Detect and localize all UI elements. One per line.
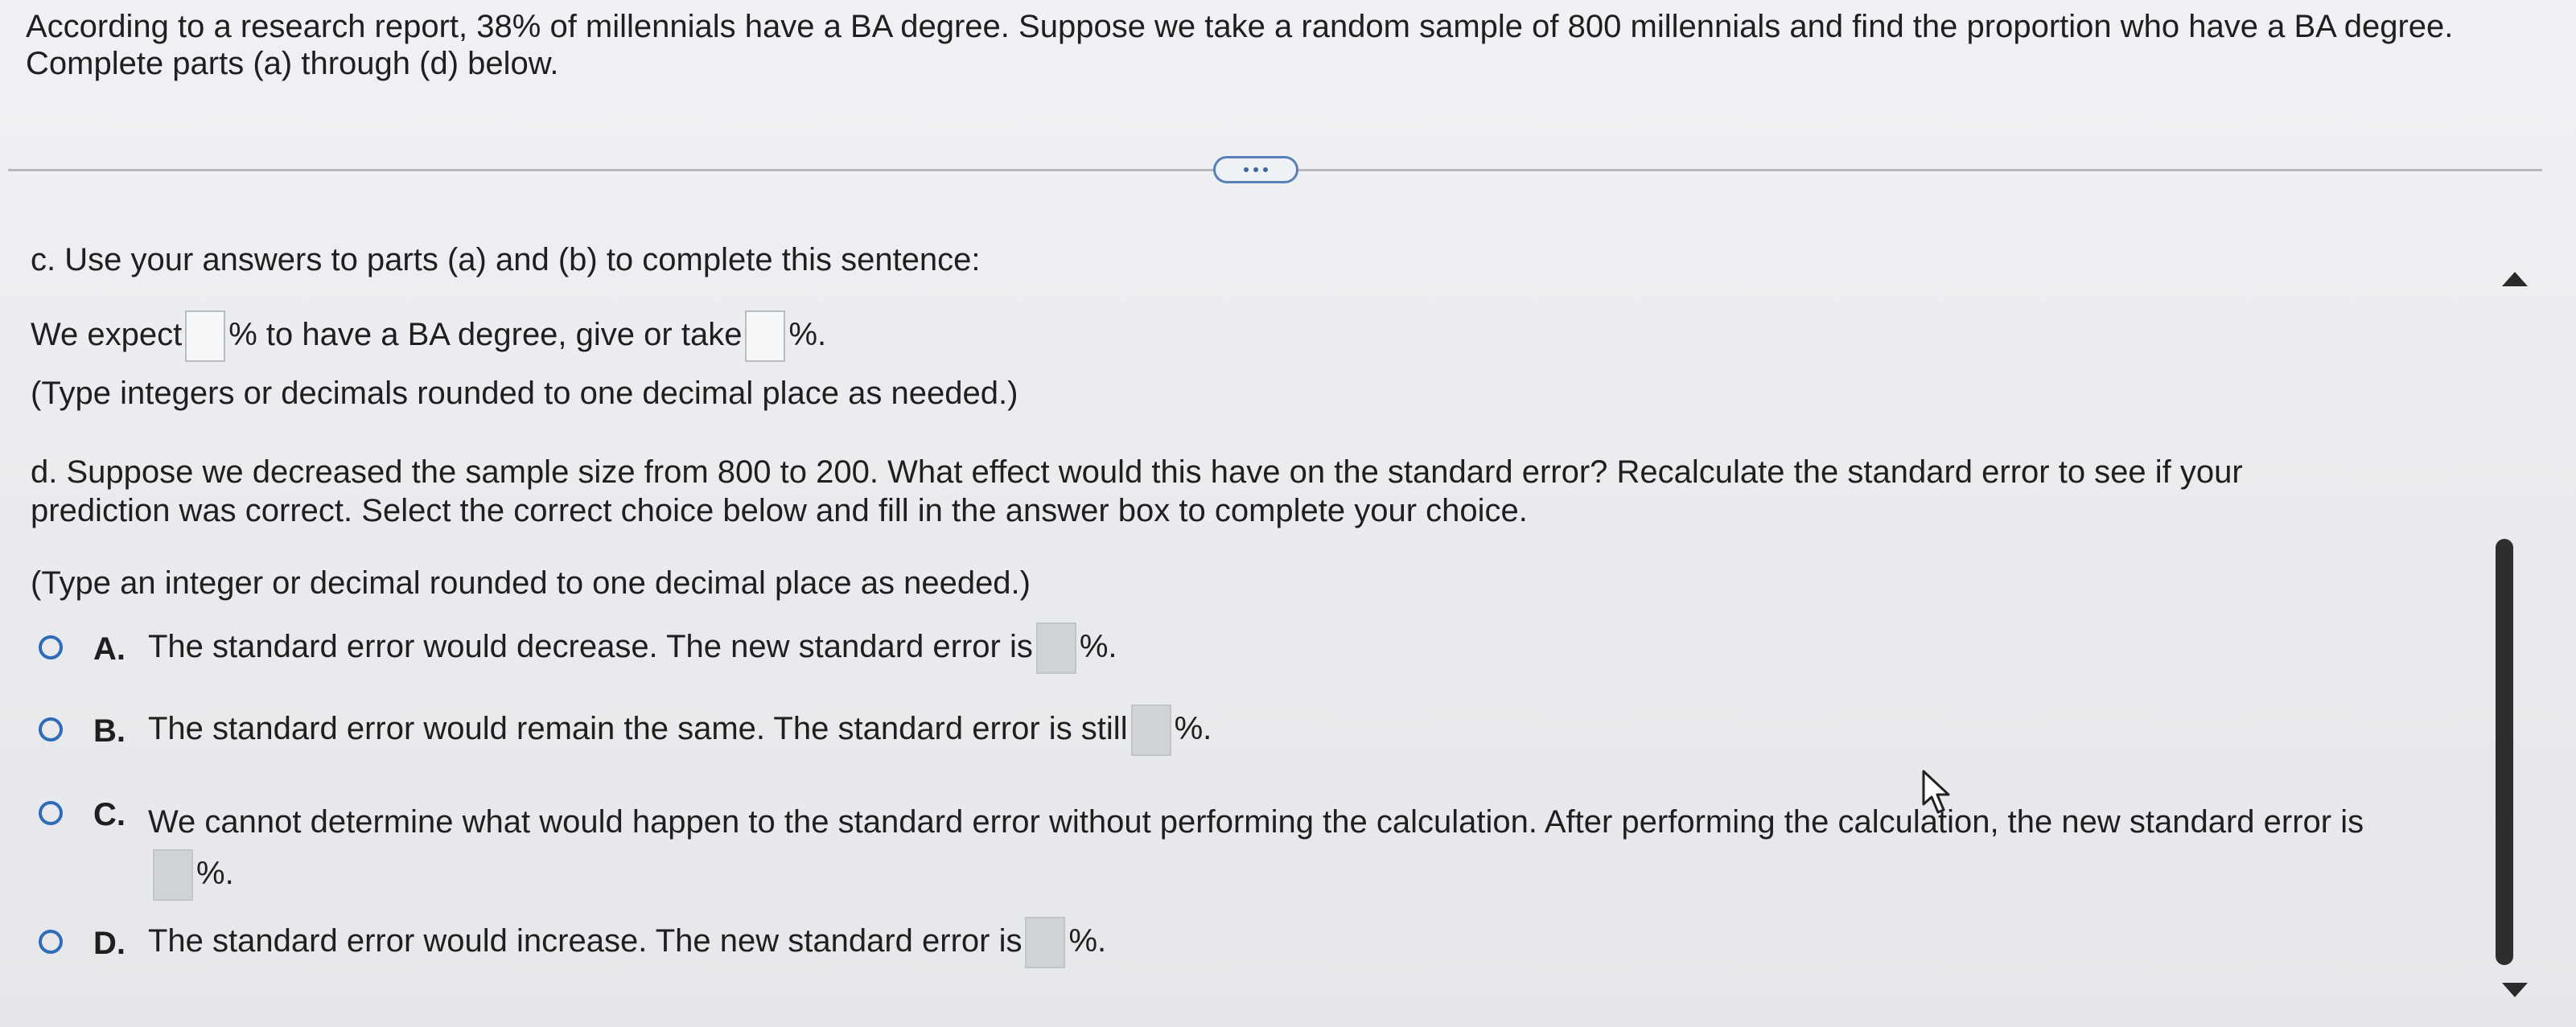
option-d-radio[interactable] bbox=[39, 930, 63, 954]
option-c-letter: C. bbox=[93, 797, 126, 832]
option-a-radio[interactable] bbox=[39, 635, 63, 659]
give-or-take-input[interactable] bbox=[745, 310, 786, 363]
scroll-down-icon[interactable] bbox=[2502, 983, 2528, 997]
scroll-up-icon[interactable] bbox=[2502, 272, 2528, 286]
option-d-label: The standard error would increase. The n… bbox=[148, 923, 1023, 959]
part-d-hint: (Type an integer or decimal rounded to o… bbox=[31, 565, 1031, 601]
option-c-label: We cannot determine what would happen to… bbox=[148, 804, 2364, 840]
option-d-letter: D. bbox=[93, 926, 126, 961]
part-c-sentence-mid: % to have a BA degree, give or take bbox=[228, 317, 743, 352]
part-d-prompt-line2: prediction was correct. Select the corre… bbox=[31, 493, 1528, 528]
option-b-radio[interactable] bbox=[39, 717, 63, 741]
option-d-text: The standard error would increase. The n… bbox=[148, 915, 1107, 969]
option-b-text: The standard error would remain the same… bbox=[148, 703, 1212, 757]
option-a-label: The standard error would decrease. The n… bbox=[148, 629, 1033, 664]
scrollbar-thumb[interactable] bbox=[2496, 539, 2513, 965]
expected-percent-input[interactable] bbox=[185, 310, 226, 363]
option-b-suffix: %. bbox=[1174, 711, 1212, 746]
option-c-suffix: %. bbox=[196, 856, 234, 891]
question-intro: According to a research report, 38% of m… bbox=[26, 9, 2454, 81]
option-c-radio[interactable] bbox=[39, 801, 63, 825]
option-c-text: We cannot determine what would happen to… bbox=[148, 796, 2481, 902]
option-a-text: The standard error would decrease. The n… bbox=[148, 621, 1117, 675]
part-c-sentence: We expect % to have a BA degree, give or … bbox=[31, 309, 827, 363]
part-d-prompt-line1: d. Suppose we decreased the sample size … bbox=[31, 454, 2243, 490]
part-c-prompt: c. Use your answers to parts (a) and (b)… bbox=[31, 242, 981, 277]
option-b-input[interactable] bbox=[1130, 705, 1171, 757]
mouse-cursor-icon bbox=[1922, 770, 1950, 814]
more-options-icon[interactable] bbox=[1213, 156, 1298, 183]
option-c-input[interactable] bbox=[153, 849, 193, 902]
option-b-letter: B. bbox=[93, 713, 126, 749]
option-d-input[interactable] bbox=[1025, 917, 1066, 969]
option-b-label: The standard error would remain the same… bbox=[148, 711, 1128, 746]
part-c-hint: (Type integers or decimals rounded to on… bbox=[31, 376, 1018, 411]
option-a-suffix: %. bbox=[1079, 629, 1117, 664]
option-a-input[interactable] bbox=[1035, 622, 1076, 675]
part-c-sentence-end: %. bbox=[788, 317, 827, 352]
question-page: According to a research report, 38% of m… bbox=[0, 0, 2576, 1027]
option-a-letter: A. bbox=[93, 631, 126, 667]
option-d-suffix: %. bbox=[1068, 923, 1107, 959]
part-c-sentence-start: We expect bbox=[31, 317, 183, 352]
